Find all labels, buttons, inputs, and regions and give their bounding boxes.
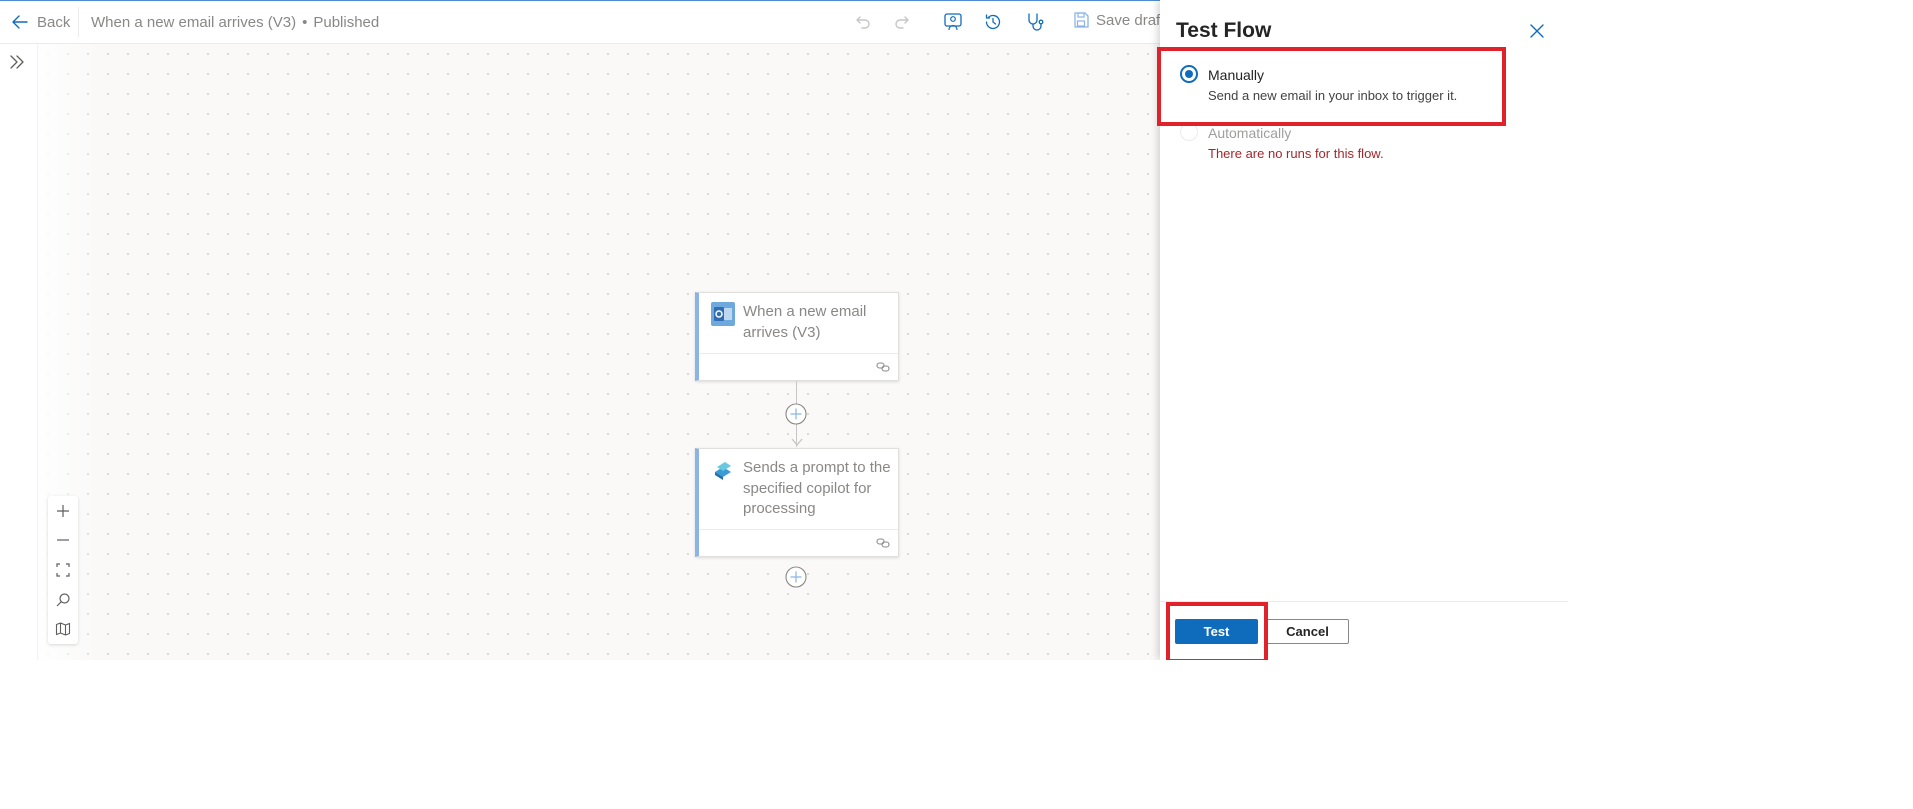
zoom-out-button[interactable] [48,526,78,554]
search-icon [56,593,70,607]
automatically-label[interactable]: Automatically [1208,125,1291,141]
flow-checker-button[interactable] [1024,11,1046,33]
redo-button[interactable] [892,11,914,33]
insert-step-button[interactable] [785,403,807,425]
add-step-button[interactable] [785,566,807,588]
plus-icon [57,505,69,517]
search-button[interactable] [48,586,78,614]
left-rail [0,44,38,660]
manually-description: Send a new email in your inbox to trigge… [1208,88,1458,103]
double-chevron-right-icon [10,55,24,69]
action-node-card[interactable]: Sends a prompt to the specified copilot … [695,448,899,557]
copilot-assist-button[interactable] [942,11,964,33]
connector-arrow-icon [791,438,803,446]
trigger-node-footer [699,353,898,380]
zoom-in-button[interactable] [48,497,78,525]
map-icon [55,622,71,636]
save-draft-label: Save draft [1096,11,1165,29]
panel-title: Test Flow [1176,19,1272,42]
close-icon[interactable] [1528,22,1546,40]
cancel-button[interactable]: Cancel [1266,619,1349,644]
back-label: Back [37,13,71,31]
test-flow-panel: Test Flow Manually Send a new email in y… [1160,0,1568,660]
manually-radio[interactable] [1180,65,1198,83]
title-separator: • [302,14,308,31]
version-history-button[interactable] [982,11,1004,33]
flow-name: When a new email arrives (V3) [91,14,297,31]
manually-label[interactable]: Manually [1208,67,1264,83]
person-chat-icon [944,13,962,31]
save-draft-button[interactable]: Save draft [1072,11,1164,29]
redo-icon [895,16,909,29]
panel-footer-divider [1160,601,1568,602]
save-icon [1074,12,1089,28]
expand-panel-button[interactable] [7,52,27,72]
flow-canvas[interactable]: When a new email arrives (V3) Sends a pr… [38,44,1160,660]
arrow-left-icon [12,15,28,29]
trigger-node-card[interactable]: When a new email arrives (V3) [695,292,899,381]
header-divider [78,7,79,37]
stethoscope-icon [1028,13,1044,31]
flow-title: When a new email arrives (V3) • Published [91,14,379,31]
history-icon [985,14,1001,30]
back-button[interactable]: Back [10,10,70,34]
action-node-footer [699,529,898,556]
copilot-icon [715,462,731,480]
fit-screen-icon [56,563,70,577]
flow-designer: Back When a new email arrives (V3) • Publi… [0,0,1568,660]
trigger-node-title: When a new email arrives (V3) [743,303,867,341]
link-icon [876,538,890,548]
minimap-button[interactable] [48,615,78,643]
zoom-controls [48,496,78,644]
test-button[interactable]: Test [1175,619,1258,644]
fit-view-button[interactable] [48,556,78,584]
flow-status: Published [313,14,380,31]
link-icon [876,362,890,372]
no-runs-message: There are no runs for this flow. [1208,146,1384,161]
outlook-icon [711,302,735,326]
undo-icon [856,16,870,29]
action-node-title: Sends a prompt to the specified copilot … [743,459,891,517]
minus-icon [57,539,69,541]
automatically-radio[interactable] [1180,123,1198,141]
undo-button[interactable] [851,11,873,33]
